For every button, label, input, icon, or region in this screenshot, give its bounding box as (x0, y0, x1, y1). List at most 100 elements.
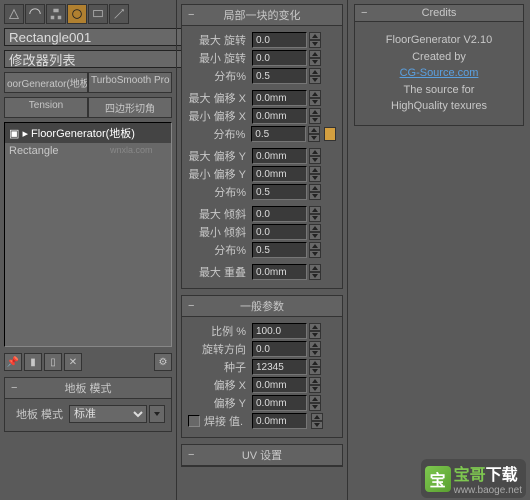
param-label: 最小 旋转 (188, 50, 250, 66)
param-input[interactable] (252, 377, 307, 393)
stack-item-floorgenerator[interactable]: ▣ ▸ FloorGenerator(地板) (5, 123, 171, 143)
local-variation-header[interactable]: − 局部一块的变化 (182, 5, 342, 26)
param-input[interactable] (252, 148, 307, 164)
param-row: 偏移 Y (188, 395, 336, 411)
param-input[interactable] (252, 323, 307, 339)
object-name-input[interactable] (4, 28, 191, 46)
spinner-buttons[interactable] (309, 264, 321, 280)
param-input[interactable] (252, 184, 307, 200)
param-row: 偏移 X (188, 377, 336, 393)
param-row: 比例 % (188, 323, 336, 339)
param-input[interactable] (252, 108, 307, 124)
minus-icon: − (188, 9, 198, 21)
param-input[interactable] (252, 341, 307, 357)
credits-line1: FloorGenerator V2.10 (359, 32, 519, 49)
spinner-buttons[interactable] (309, 166, 321, 182)
spinner-buttons[interactable] (308, 126, 320, 142)
param-input[interactable] (252, 32, 307, 48)
configure-sets-icon[interactable]: ⚙ (154, 353, 172, 371)
param-label: 偏移 Y (188, 395, 250, 411)
floor-mode-dropdown-btn[interactable] (149, 405, 165, 423)
spinner-buttons[interactable] (309, 341, 321, 357)
param-input[interactable] (252, 395, 307, 411)
general-params-header[interactable]: − 一般参数 (182, 296, 342, 317)
param-label: 旋转方向 (188, 341, 250, 357)
utilities-tab-icon[interactable] (109, 4, 129, 24)
spinner-up-icon (309, 148, 321, 156)
param-row: 最大 重叠 (188, 264, 336, 280)
param-row: 分布% (188, 68, 336, 84)
param-row: 最小 旋转 (188, 50, 336, 66)
weld-checkbox[interactable] (188, 415, 200, 427)
spinner-buttons[interactable] (309, 377, 321, 393)
spinner-down-icon (309, 331, 321, 339)
weld-input[interactable] (252, 413, 307, 429)
spinner-down-icon (311, 421, 323, 429)
lock-icon[interactable] (324, 127, 336, 141)
credits-header[interactable]: − Credits (355, 5, 523, 22)
param-input[interactable] (252, 90, 307, 106)
floor-mode-header[interactable]: − 地板 模式 (5, 378, 171, 399)
param-label: 种子 (188, 359, 250, 375)
spinner-buttons[interactable] (309, 206, 321, 222)
param-input[interactable] (252, 206, 307, 222)
param-input[interactable] (251, 126, 306, 142)
make-unique-icon[interactable]: ▯ (44, 353, 62, 371)
modifier-stack[interactable]: ▣ ▸ FloorGenerator(地板) Rectangle (4, 122, 172, 347)
spinner-down-icon (309, 98, 321, 106)
modify-tab-icon[interactable] (25, 4, 45, 24)
watermark: 宝 宝哥下载 www.baoge.net (421, 459, 526, 498)
spinner-buttons[interactable] (309, 90, 321, 106)
modifier-panel: oorGenerator(地板 TurboSmooth Pro Tension … (0, 0, 176, 500)
spinner-buttons[interactable] (309, 242, 321, 258)
uv-settings-rollup: − UV 设置 (181, 444, 343, 467)
command-panel-tabs (4, 4, 172, 24)
param-input[interactable] (252, 50, 307, 66)
modifier-preset-turbosmooth[interactable]: TurboSmooth Pro (88, 72, 172, 93)
modifier-preset-quadchamfer[interactable]: 四边形切角 (88, 97, 172, 118)
param-input[interactable] (252, 359, 307, 375)
spinner-buttons[interactable] (311, 413, 323, 429)
spinner-down-icon (309, 385, 321, 393)
watermark-brand: 宝哥下载 (454, 461, 522, 485)
param-row: 种子 (188, 359, 336, 375)
param-input[interactable] (252, 224, 307, 240)
modifier-list-dropdown[interactable] (4, 50, 191, 68)
display-tab-icon[interactable] (88, 4, 108, 24)
spinner-down-icon (309, 250, 321, 258)
param-label: 最大 偏移 Y (188, 148, 250, 164)
param-input[interactable] (252, 242, 307, 258)
param-row: 最小 偏移 X (188, 108, 336, 124)
motion-tab-icon[interactable] (67, 4, 87, 24)
modifier-preset-tension[interactable]: Tension (4, 97, 88, 118)
pin-stack-icon[interactable]: 📌 (4, 353, 22, 371)
spinner-buttons[interactable] (309, 148, 321, 164)
baoge-logo-icon: 宝 (425, 466, 451, 492)
param-input[interactable] (252, 166, 307, 182)
modifier-preset-floorgen[interactable]: oorGenerator(地板 (4, 72, 88, 93)
spinner-buttons[interactable] (309, 184, 321, 200)
spinner-buttons[interactable] (309, 108, 321, 124)
credits-link[interactable]: CG-Source.com (359, 65, 519, 82)
spinner-buttons[interactable] (309, 68, 321, 84)
minus-icon: − (11, 382, 21, 394)
param-input[interactable] (252, 264, 307, 280)
watermark-small: wnxla.com (110, 145, 153, 155)
spinner-buttons[interactable] (309, 50, 321, 66)
spinner-buttons[interactable] (309, 224, 321, 240)
hierarchy-tab-icon[interactable] (46, 4, 66, 24)
spinner-buttons[interactable] (309, 323, 321, 339)
param-label: 分布% (188, 68, 250, 84)
spinner-buttons[interactable] (309, 359, 321, 375)
spinner-down-icon (309, 192, 321, 200)
param-input[interactable] (252, 68, 307, 84)
show-end-result-icon[interactable]: ▮ (24, 353, 42, 371)
spinner-buttons[interactable] (309, 395, 321, 411)
spinner-buttons[interactable] (309, 32, 321, 48)
minus-icon: − (361, 7, 371, 19)
uv-settings-header[interactable]: − UV 设置 (182, 445, 342, 466)
create-tab-icon[interactable] (4, 4, 24, 24)
remove-modifier-icon[interactable]: ✕ (64, 353, 82, 371)
floor-mode-select[interactable]: 标准 (69, 405, 147, 423)
param-row: 最大 偏移 Y (188, 148, 336, 164)
